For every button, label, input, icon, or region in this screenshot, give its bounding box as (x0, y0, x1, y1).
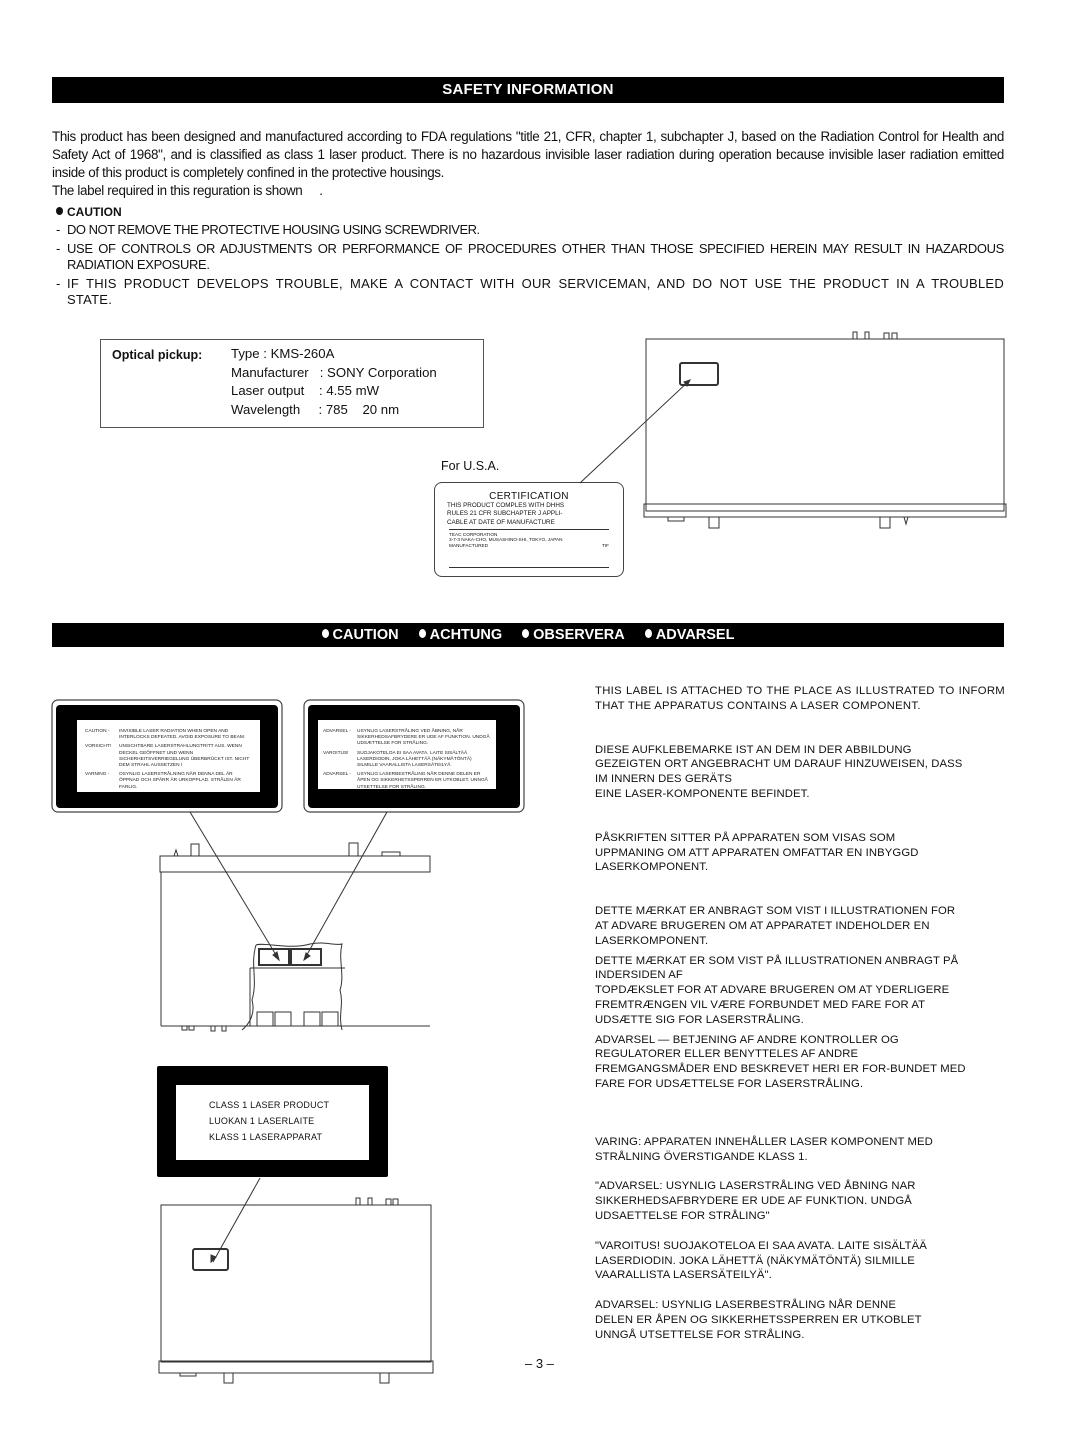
warning-achtung: ACHTUNG (418, 623, 502, 647)
component (303, 1011, 321, 1027)
right-paragraphs: THIS LABEL IS ATTACHED TO THE PLACE AS I… (595, 684, 1005, 1343)
warnings-banner: CAUTION ACHTUNG OBSERVERA ADVARSEL (52, 623, 1004, 647)
bullet-icon (321, 629, 329, 638)
foot (179, 1372, 197, 1377)
leader-line (303, 811, 388, 961)
class-line: LUOKAN 1 LASERLAITE (209, 1116, 315, 1126)
terminal (188, 1025, 195, 1031)
foot (381, 851, 401, 857)
component (321, 1011, 339, 1027)
paragraph-german: DIESE AUFKLEBEMARKE IST AN DEM IN DER AB… (595, 743, 963, 800)
warning-caution: CAUTION (321, 623, 399, 647)
paragraph-danish-1: DETTE MÆRKAT ER ANBRAGT SOM VIST I ILLUS… (595, 905, 956, 947)
leader-line (212, 1177, 261, 1263)
laser-warning-label-left: CAUTION - INVISIBLE LASER RADIATION WHEN … (56, 705, 278, 808)
arrow-head (272, 951, 280, 962)
label-text: ADVARSEL - USYNLIG LASERSTRÅLING VED ÅBNI… (318, 720, 496, 791)
leader-line (189, 811, 280, 961)
paragraph-danish-3: ADVARSEL — BETJENING AF ANDRE KONTROLLER… (595, 1033, 966, 1090)
label-entry: CAUTION - INVISIBLE LASER RADIATION WHEN … (85, 729, 246, 741)
label-entry: ADVARSEL - USYNLIG LASERSTRÅLING VED ÅBNI… (323, 729, 490, 747)
label-entry: ADVARSEL - USYNLIG LASERBESTRÅLING NÅR DE… (323, 772, 488, 790)
device-body (160, 1204, 432, 1363)
paragraph-swedish: PÅSKRIFTEN SITTER PÅ APPARATEN SOM VISAS… (595, 831, 919, 874)
paragraph-english: THIS LABEL IS ATTACHED TO THE PLACE AS I… (595, 685, 1005, 712)
switch (903, 516, 909, 526)
warning-advarsel: ADVARSEL (644, 623, 734, 647)
class-line: KLASS 1 LASERAPPARAT (209, 1132, 323, 1142)
label-inner: ADVARSEL - USYNLIG LASERSTRÅLING VED ÅBNI… (318, 720, 496, 791)
terminal (392, 1198, 399, 1206)
bullet-icon (522, 629, 530, 638)
device-front-panel (159, 855, 431, 873)
terminal (221, 1025, 227, 1032)
paragraph-finnish: "VAROITUS! SUOJAKOTELOA EI SAA AVATA. LA… (595, 1239, 927, 1282)
foot (667, 516, 685, 522)
component (274, 1011, 292, 1027)
paragraph-norwegian: ADVARSEL: USYNLIG LASERBESTRÅLING NÅR DE… (595, 1299, 922, 1341)
bullet-icon (418, 629, 426, 638)
class-line: CLASS 1 LASER PRODUCT (209, 1100, 330, 1110)
label-entry: VORSICHT! UNSICHTBARE LASERSTRAHLUNGTRITT… (85, 744, 250, 769)
component (256, 1011, 274, 1027)
terminal (181, 1025, 188, 1031)
terminal (883, 332, 890, 340)
arrow-head (303, 952, 311, 962)
knob (348, 842, 359, 857)
terminal (864, 331, 870, 340)
switch (173, 848, 179, 857)
class-label-text: CLASS 1 LASER PRODUCT LUOKAN 1 LASERLAIT… (176, 1085, 369, 1145)
label-entry: VARNING - OSYNLIG LASERSTRÅLNING NÄR DENN… (85, 772, 241, 790)
label-text: CAUTION - INVISIBLE LASER RADIATION WHEN … (77, 720, 260, 791)
knob (223, 1372, 234, 1384)
terminal (367, 1197, 373, 1206)
knob (879, 516, 891, 529)
laser-warning-label-right: ADVARSEL - USYNLIG LASERSTRÅLING VED ÅBNI… (308, 705, 520, 808)
label-entry: VAROITUS! SUOJAKOTELOA EI SAA AVATA. LAIT… (323, 750, 472, 769)
paragraph-swedish-2: VARING: APPARATEN INNEHÅLLER LASER KOMPO… (595, 1135, 933, 1163)
terminal (355, 1197, 361, 1206)
terminal (852, 331, 858, 340)
knob (190, 843, 200, 857)
warning-observera: OBSERVERA (522, 623, 625, 647)
label-inner: CAUTION - INVISIBLE LASER RADIATION WHEN … (77, 720, 260, 792)
paragraph-danish-2: DETTE MÆRKAT ER SOM VIST PÅ ILLUSTRATION… (595, 954, 959, 1026)
terminal (385, 1198, 392, 1206)
knob (708, 516, 720, 529)
bullet-icon (644, 629, 652, 638)
device-top-view-bottom (158, 1177, 434, 1384)
page-number: – 3 – (525, 1356, 554, 1371)
terminal (891, 332, 898, 340)
device-interior-view (159, 811, 431, 1032)
leader-line (579, 379, 691, 484)
knob (379, 1372, 390, 1384)
device-body (645, 338, 1005, 512)
terminal (210, 1025, 216, 1032)
device-front-panel (158, 1360, 434, 1374)
device-top-view-usa (579, 331, 1007, 529)
label-inner: CLASS 1 LASER PRODUCT LUOKAN 1 LASERLAIT… (176, 1085, 369, 1160)
paragraph-danish-4: "ADVARSEL: USYNLIG LASERSTRÅLING VED ÅBN… (595, 1180, 916, 1222)
class-1-laser-label: CLASS 1 LASER PRODUCT LUOKAN 1 LASERLAIT… (157, 1066, 388, 1177)
